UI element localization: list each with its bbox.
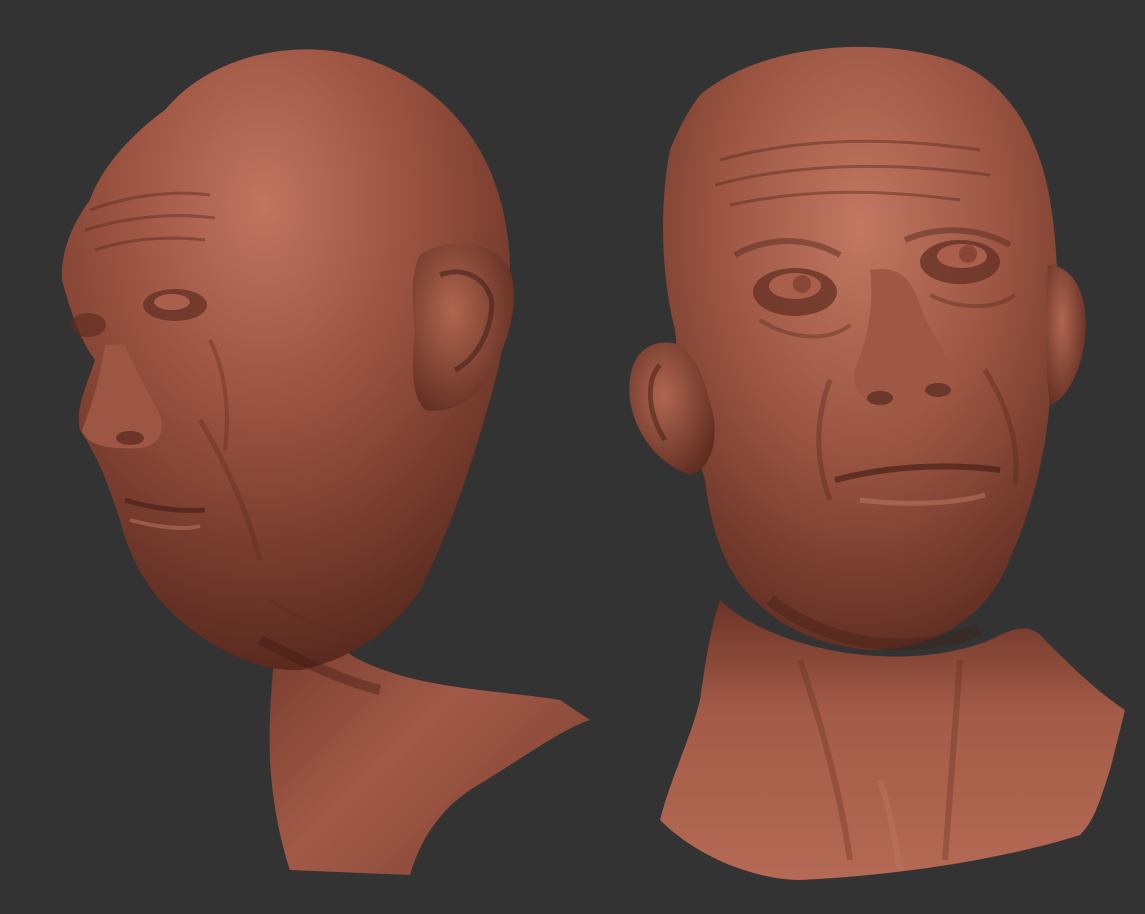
right-head-shape xyxy=(663,46,1058,651)
sculpt-viewport xyxy=(0,0,1145,914)
right-ear-far xyxy=(1045,265,1086,405)
left-head-bust xyxy=(61,49,590,875)
left-ear xyxy=(412,243,514,411)
left-eye-far xyxy=(70,313,106,337)
sculpt-render xyxy=(61,46,1125,880)
right-head-bust xyxy=(629,46,1125,880)
